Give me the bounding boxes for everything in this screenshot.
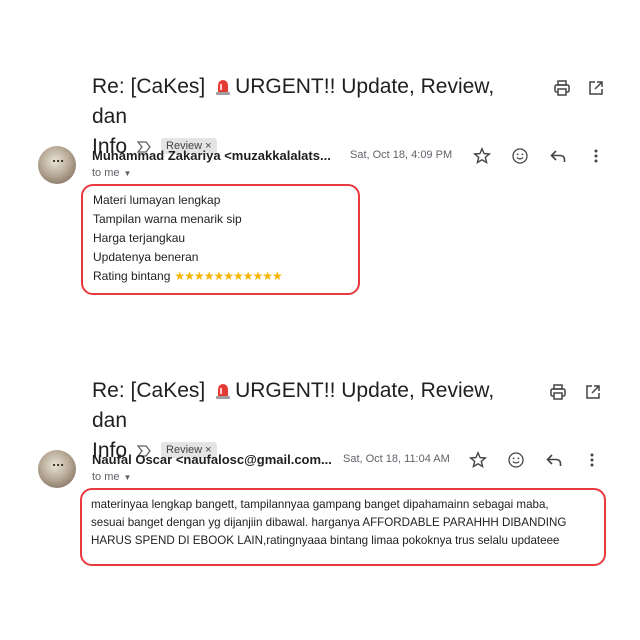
body-line: HARUS SPEND DI EBOOK LAIN,ratingnyaaa bi…: [91, 534, 560, 547]
emoji-icon[interactable]: [507, 451, 525, 469]
body-line: sesuai banget dengan yg dijanjiin dibawa…: [91, 516, 567, 529]
print-icon[interactable]: [549, 383, 567, 401]
important-marker-icon[interactable]: [136, 132, 151, 153]
recipient-text: to me: [92, 167, 120, 179]
sender-name: Muhammad Zakariya <muzakkalalats...: [92, 148, 331, 163]
avatar[interactable]: ▪ ▪ ▪: [38, 450, 76, 488]
email-date: Sat, Oct 18, 11:04 AM: [343, 453, 450, 465]
body-line: Harga terjangkau: [93, 231, 186, 245]
body-line: materinyaa lengkap bangett, tampilannyaa…: [91, 498, 549, 511]
open-new-window-icon[interactable]: [587, 79, 605, 97]
rating-label: Rating bintang: [93, 269, 171, 283]
rating-star-icon: ★: [213, 269, 224, 283]
rating-star-icon: ★: [262, 269, 273, 283]
rating-star-icon: ★: [242, 269, 254, 283]
star-icon[interactable]: [472, 147, 492, 165]
star-icon[interactable]: [468, 451, 488, 469]
more-vert-icon[interactable]: [583, 451, 601, 469]
reply-icon[interactable]: [549, 147, 567, 165]
rating-star-icon: ★: [223, 269, 234, 283]
rating-star-icon: ★: [174, 269, 185, 283]
body-line-rating: Rating bintang ★★★★★★★★★★★: [93, 269, 283, 283]
rating-star-icon: ★: [252, 269, 264, 283]
subject-prefix: Re: [CaKes]: [92, 379, 206, 402]
email-date: Sat, Oct 18, 4:09 PM: [350, 149, 453, 161]
siren-icon: [213, 75, 233, 95]
siren-icon: [213, 379, 233, 399]
rating-stars: ★★★★★★★★★★★: [174, 269, 283, 283]
rating-star-icon: ★: [272, 269, 283, 283]
avatar[interactable]: ▪ ▪ ▪: [38, 146, 76, 184]
subject-prefix: Re: [CaKes]: [92, 75, 206, 98]
reply-icon[interactable]: [545, 451, 563, 469]
body-line: Updatenya beneran: [93, 250, 199, 264]
recipient-line[interactable]: to me ▼: [92, 471, 131, 483]
recipient-line[interactable]: to me ▼: [92, 167, 131, 179]
chevron-down-icon[interactable]: ▼: [124, 169, 132, 178]
more-vert-icon[interactable]: [587, 147, 605, 165]
body-line: Tampilan warna menarik sip: [93, 212, 242, 226]
chevron-down-icon[interactable]: ▼: [124, 473, 132, 482]
recipient-text: to me: [92, 471, 120, 483]
open-new-window-icon[interactable]: [584, 383, 602, 401]
rating-star-icon: ★: [232, 269, 244, 283]
rating-star-icon: ★: [184, 269, 195, 283]
sender-name: Naufal Oscar <naufalosc@gmail.com...: [92, 452, 332, 467]
body-line: Materi lumayan lengkap: [93, 193, 221, 207]
important-marker-icon[interactable]: [136, 436, 151, 457]
emoji-icon[interactable]: [511, 147, 529, 165]
print-icon[interactable]: [553, 79, 571, 97]
rating-star-icon: ★: [193, 269, 205, 283]
rating-star-icon: ★: [203, 269, 215, 283]
